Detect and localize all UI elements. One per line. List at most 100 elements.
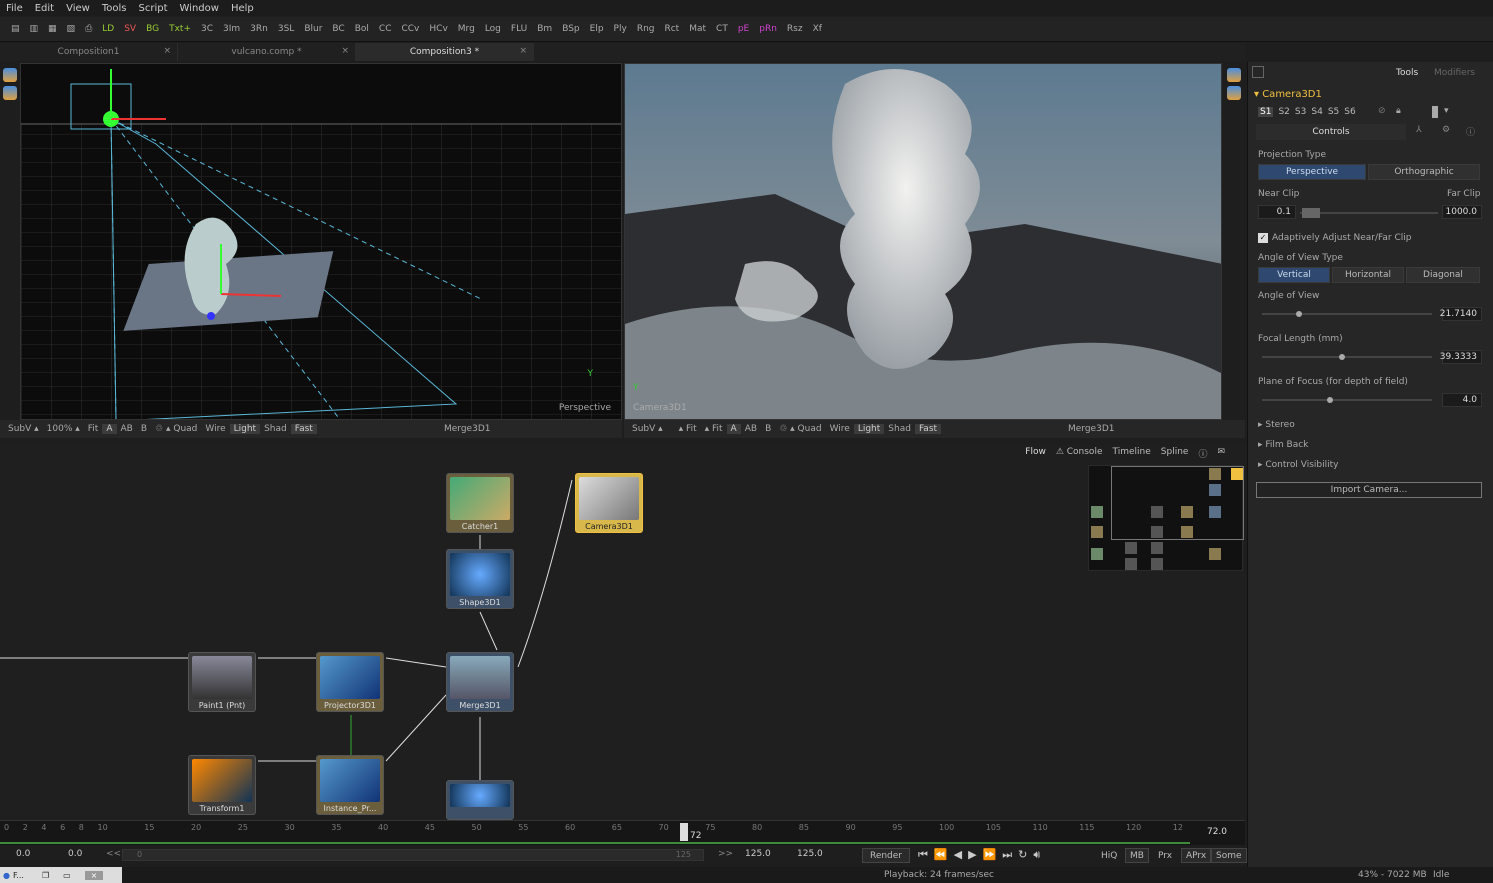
- tool-button-bc[interactable]: BC: [327, 24, 349, 34]
- node-catcher1[interactable]: Catcher1: [446, 473, 514, 533]
- viewer-left[interactable]: Perspective Y: [20, 63, 622, 420]
- step-forward-icon[interactable]: ⏩: [983, 848, 997, 862]
- tool-button-txt[interactable]: Txt+: [164, 24, 196, 34]
- plane-of-focus-field[interactable]: 4.0: [1442, 393, 1482, 407]
- tool-button-hcv[interactable]: HCv: [424, 24, 452, 34]
- tool-button-cc[interactable]: CC: [374, 24, 397, 34]
- tab-tools[interactable]: Tools: [1396, 68, 1418, 78]
- viewer-option[interactable]: ▴ Fit: [701, 424, 727, 434]
- render-start-field[interactable]: 0.0: [68, 849, 82, 859]
- version-slot-5[interactable]: S5: [1328, 107, 1339, 117]
- menu-tools[interactable]: Tools: [96, 3, 133, 14]
- tool-button-rsz[interactable]: Rsz: [782, 24, 808, 34]
- tool-button-pe[interactable]: pE: [733, 24, 754, 34]
- close-icon[interactable]: ×: [519, 46, 527, 56]
- tool-button-rct[interactable]: Rct: [659, 24, 684, 34]
- version-slot-1[interactable]: S1: [1258, 107, 1274, 117]
- orthographic-button[interactable]: Orthographic: [1368, 164, 1480, 180]
- perspective-button[interactable]: Perspective: [1258, 164, 1366, 180]
- viewer-option-icon[interactable]: [1227, 86, 1241, 100]
- tab-modifiers[interactable]: Modifiers: [1434, 68, 1475, 78]
- go-to-start-icon[interactable]: ⏮: [918, 848, 928, 862]
- viewer-option[interactable]: B: [137, 424, 151, 434]
- import-camera-button[interactable]: Import Camera...: [1256, 482, 1482, 498]
- adaptive-clip-checkbox[interactable]: ✓: [1258, 233, 1268, 243]
- tool-header[interactable]: ▾ Camera3D1: [1254, 89, 1322, 100]
- rewind-range-icon[interactable]: <<: [106, 849, 121, 859]
- viewer-right[interactable]: Camera3D1 Y: [624, 63, 1222, 420]
- viewer-option[interactable]: Light: [853, 424, 885, 434]
- mb-toggle[interactable]: MB: [1125, 848, 1149, 863]
- aov-field[interactable]: 21.7140: [1440, 307, 1482, 321]
- node-camera3d1[interactable]: Camera3D1: [575, 473, 643, 533]
- menu-view[interactable]: View: [60, 3, 96, 14]
- render-end-field[interactable]: 125.0: [745, 849, 771, 859]
- play-reverse-icon[interactable]: ◀: [954, 848, 962, 862]
- flow-navigator[interactable]: [1088, 465, 1244, 571]
- viewer-option[interactable]: SubV ▴: [4, 424, 43, 434]
- aov-slider[interactable]: [1262, 311, 1432, 317]
- tool-button-xf[interactable]: Xf: [808, 24, 827, 34]
- viewer-option[interactable]: Shad: [260, 424, 291, 434]
- disable-icon[interactable]: ⊘: [1378, 106, 1386, 116]
- tool-button-ply[interactable]: Ply: [609, 24, 632, 34]
- menu-edit[interactable]: Edit: [29, 3, 60, 14]
- viewer-option[interactable]: ▴ Fit: [675, 424, 701, 434]
- layout-icon[interactable]: ▤: [6, 24, 25, 34]
- hiq-toggle[interactable]: HiQ: [1097, 848, 1121, 863]
- focal-length-field[interactable]: 39.3333: [1440, 350, 1482, 364]
- gear-icon[interactable]: ⚙: [1442, 125, 1450, 135]
- play-icon[interactable]: ▶: [968, 848, 976, 862]
- horizontal-button[interactable]: Horizontal: [1332, 267, 1404, 283]
- flow-view[interactable]: Flow ⚠ Console Timeline Spline ⓘ ✉ Catch…: [0, 445, 1245, 820]
- section-control-visibility[interactable]: ▸ Control Visibility: [1258, 460, 1339, 470]
- version-slot-2[interactable]: S2: [1278, 107, 1289, 117]
- range-slider[interactable]: 0 125: [122, 849, 704, 861]
- node-paint1[interactable]: Paint1 (Pnt): [188, 652, 256, 712]
- node-shape3d1[interactable]: Shape3D1: [446, 549, 514, 609]
- maximize-icon[interactable]: ▭: [63, 871, 71, 880]
- menu-help[interactable]: Help: [225, 3, 260, 14]
- tool-button-3c[interactable]: 3C: [196, 24, 218, 34]
- tool-button-ct[interactable]: CT: [711, 24, 733, 34]
- menu-window[interactable]: Window: [174, 3, 225, 14]
- color-swatch[interactable]: [1432, 106, 1438, 118]
- navigator-viewport[interactable]: [1111, 466, 1244, 540]
- version-slot-4[interactable]: S4: [1311, 107, 1322, 117]
- viewer-option[interactable]: SubV ▴: [628, 424, 667, 434]
- viewer-option[interactable]: Wire: [826, 424, 854, 434]
- playhead[interactable]: [680, 823, 688, 841]
- viewer-option[interactable]: Fast: [290, 424, 317, 434]
- tool-button-bg[interactable]: BG: [141, 24, 164, 34]
- render-button[interactable]: Render: [862, 848, 910, 863]
- viewer-option[interactable]: 100% ▴: [43, 424, 84, 434]
- tab-vulcano[interactable]: vulcano.comp * ×: [178, 43, 356, 61]
- info-icon[interactable]: ⓘ: [1466, 125, 1475, 138]
- plane-of-focus-slider[interactable]: [1262, 397, 1432, 403]
- slider-knob[interactable]: [1326, 397, 1333, 403]
- node-merge3d1[interactable]: Merge3D1: [446, 652, 514, 712]
- far-clip-field[interactable]: 1000.0: [1442, 205, 1482, 219]
- node-transform1[interactable]: Transform1: [188, 755, 256, 815]
- viewer-option[interactable]: A: [102, 424, 117, 434]
- vertical-button[interactable]: Vertical: [1258, 267, 1330, 283]
- section-film-back[interactable]: ▸ Film Back: [1258, 440, 1308, 450]
- restore-icon[interactable]: ❐: [42, 871, 49, 880]
- tool-button-elp[interactable]: Elp: [585, 24, 609, 34]
- diagonal-button[interactable]: Diagonal: [1406, 267, 1480, 283]
- layout-icon[interactable]: ▧: [62, 24, 81, 34]
- menu-script[interactable]: Script: [132, 3, 173, 14]
- slider-knob[interactable]: [1338, 354, 1345, 360]
- layout-icon[interactable]: ▥: [25, 24, 44, 34]
- viewer-option-icon[interactable]: [3, 86, 17, 100]
- close-icon[interactable]: ×: [341, 46, 349, 56]
- audio-icon[interactable]: 🔊︎: [1033, 848, 1040, 862]
- layout-icon[interactable]: ▦: [43, 24, 62, 34]
- tool-button-bol[interactable]: Bol: [350, 24, 374, 34]
- print-icon[interactable]: ⎙: [80, 24, 97, 34]
- viewer-option[interactable]: Shad: [884, 424, 915, 434]
- tool-button-prn[interactable]: pRn: [754, 24, 782, 34]
- tab-controls[interactable]: Controls: [1256, 124, 1406, 140]
- forward-range-icon[interactable]: >>: [718, 849, 733, 859]
- viewer-option[interactable]: [667, 424, 675, 434]
